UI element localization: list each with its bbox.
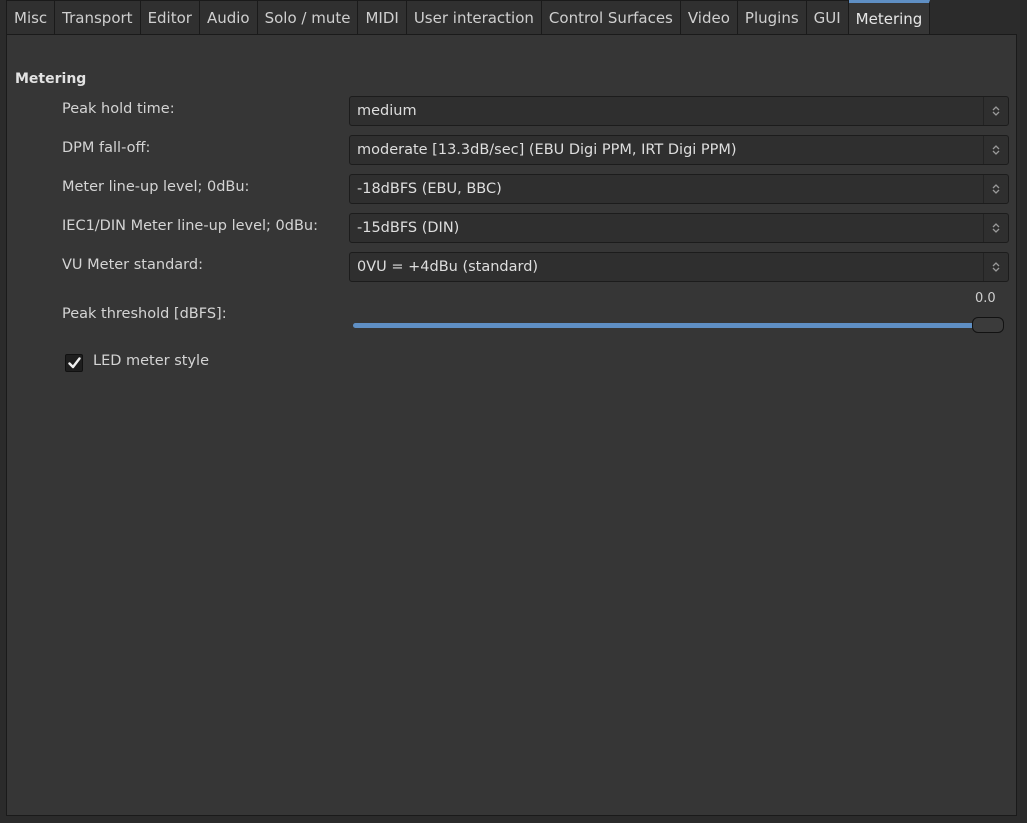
tab-video[interactable]: Video <box>680 0 738 35</box>
section-title: Metering <box>15 71 87 87</box>
tab-label: Metering <box>855 9 923 28</box>
tab-label: Editor <box>147 8 192 27</box>
updown-arrows-icon <box>983 136 1008 164</box>
tab-label: MIDI <box>365 8 399 27</box>
tab-label: GUI <box>813 8 841 27</box>
meter-lineup-label: Meter line-up level; 0dBu: <box>62 179 250 195</box>
dpm-falloff-label: DPM fall-off: <box>62 140 151 156</box>
din-lineup-select[interactable]: -15dBFS (DIN) <box>349 213 1009 243</box>
tab-solo-mute[interactable]: Solo / mute <box>257 0 359 35</box>
tab-label: Plugins <box>744 8 799 27</box>
peak-threshold-slider-handle[interactable] <box>972 317 1004 333</box>
dpm-falloff-select[interactable]: moderate [13.3dB/sec] (EBU Digi PPM, IRT… <box>349 135 1009 165</box>
tab-label: Transport <box>62 8 133 27</box>
updown-arrows-icon <box>983 253 1008 281</box>
meter-lineup-select[interactable]: -18dBFS (EBU, BBC) <box>349 174 1009 204</box>
led-meter-label: LED meter style <box>93 353 210 369</box>
din-lineup-value: -15dBFS (DIN) <box>357 220 460 236</box>
updown-arrows-icon <box>983 97 1008 125</box>
vu-standard-select[interactable]: 0VU = +4dBu (standard) <box>349 252 1009 282</box>
tab-gui[interactable]: GUI <box>806 0 849 35</box>
vu-standard-value: 0VU = +4dBu (standard) <box>357 259 539 275</box>
peak-threshold-value: 0.0 <box>975 291 996 306</box>
metering-page: Metering Peak hold time: medium DPM fall… <box>6 34 1017 816</box>
dpm-falloff-value: moderate [13.3dB/sec] (EBU Digi PPM, IRT… <box>357 142 737 158</box>
tab-audio[interactable]: Audio <box>199 0 258 35</box>
tab-label: Misc <box>14 8 48 27</box>
tab-misc[interactable]: Misc <box>6 0 56 35</box>
tab-editor[interactable]: Editor <box>140 0 200 35</box>
peak-threshold-label: Peak threshold [dBFS]: <box>62 306 227 322</box>
tab-label: Solo / mute <box>264 8 351 27</box>
peak-threshold-slider[interactable] <box>353 323 1003 328</box>
vu-standard-label: VU Meter standard: <box>62 257 203 273</box>
tab-label: Audio <box>206 8 250 27</box>
tab-control-surfaces[interactable]: Control Surfaces <box>541 0 681 35</box>
meter-lineup-value: -18dBFS (EBU, BBC) <box>357 181 502 197</box>
tab-user-interaction[interactable]: User interaction <box>406 0 542 35</box>
updown-arrows-icon <box>983 175 1008 203</box>
tab-transport[interactable]: Transport <box>55 0 141 35</box>
tab-label: User interaction <box>413 8 534 27</box>
peak-hold-value: medium <box>357 103 417 119</box>
tab-bar: Misc Transport Editor Audio Solo / mute … <box>6 0 931 35</box>
peak-hold-label: Peak hold time: <box>62 101 175 117</box>
tab-midi[interactable]: MIDI <box>358 0 407 35</box>
checkmark-icon <box>67 357 81 369</box>
tab-metering[interactable]: Metering <box>848 0 931 35</box>
tab-label: Video <box>687 8 730 27</box>
preferences-window: Misc Transport Editor Audio Solo / mute … <box>0 0 1027 823</box>
din-lineup-label: IEC1/DIN Meter line-up level; 0dBu: <box>62 218 319 234</box>
updown-arrows-icon <box>983 214 1008 242</box>
tab-plugins[interactable]: Plugins <box>737 0 807 35</box>
tab-label: Control Surfaces <box>548 8 673 27</box>
led-meter-checkbox[interactable] <box>65 354 83 372</box>
peak-hold-select[interactable]: medium <box>349 96 1009 126</box>
